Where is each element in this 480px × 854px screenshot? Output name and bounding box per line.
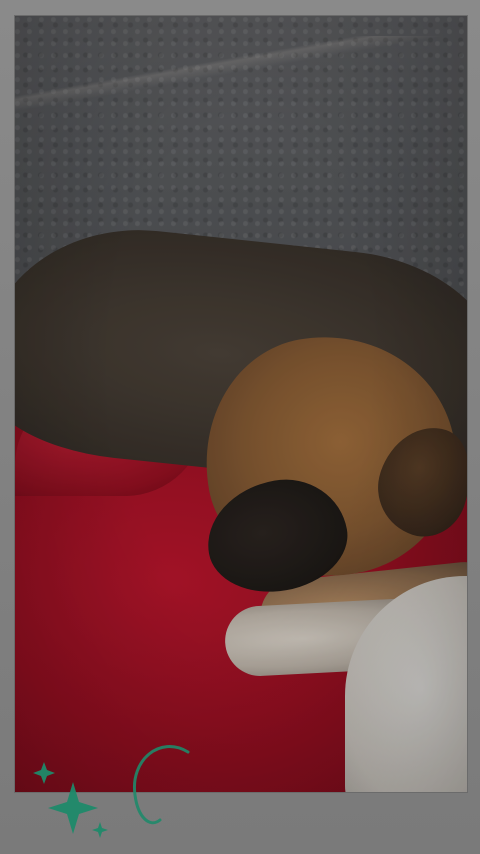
scene [15, 16, 467, 792]
photo [14, 15, 468, 793]
dim-overlay [15, 16, 467, 792]
